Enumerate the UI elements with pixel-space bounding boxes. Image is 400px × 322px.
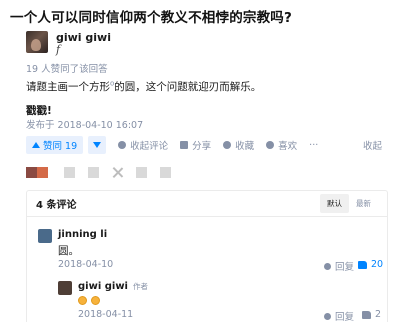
action-bar: 赞同 19 收起评论 分享 收藏 喜欢 ··· 收起 [26, 136, 388, 154]
reply-label: 回复 [335, 312, 355, 322]
answer-author: giwi giwi f [26, 31, 111, 56]
author-tag: 作者 [133, 282, 148, 291]
answer-ending: 戳戳! [26, 105, 52, 117]
thumbnail[interactable] [37, 167, 48, 178]
comment-icon [118, 141, 127, 149]
more-icon: ··· [309, 139, 319, 151]
downvote-icon [93, 142, 102, 148]
comment-reply-item: giwi giwi 作者 2018-04-11 回复 2 [58, 281, 381, 322]
comments-header: 4 条评论 默认 最新 [27, 191, 387, 217]
author-name[interactable]: giwi giwi [56, 31, 111, 44]
share-icon [180, 141, 189, 149]
reply-button[interactable]: 回复 [324, 309, 354, 322]
thumbnail[interactable] [160, 167, 171, 178]
comment-date: 2018-04-11 [78, 309, 134, 320]
avatar[interactable] [58, 281, 72, 295]
reply-icon [324, 262, 331, 270]
thumbnail[interactable] [88, 167, 99, 178]
emoji-icon [78, 296, 87, 305]
favorite-label: 收藏 [235, 141, 255, 152]
author-avatar[interactable] [26, 31, 48, 53]
comment-date: 2018-04-10 [58, 259, 114, 270]
favorite-button[interactable]: 收藏 [223, 138, 254, 152]
thumbs-up-icon [358, 260, 367, 269]
heart-icon [266, 141, 275, 149]
share-label: 分享 [192, 141, 212, 152]
published-time[interactable]: 发布于 2018-04-10 16:07 [26, 117, 143, 131]
sort-newest-button[interactable]: 最新 [349, 194, 378, 213]
share-button[interactable]: 分享 [180, 138, 211, 152]
comment-like-button[interactable]: 20 [358, 259, 383, 270]
like-button[interactable]: 喜欢 [266, 138, 297, 152]
comments-count: 4 条评论 [36, 200, 77, 211]
comment-toggle-button[interactable]: 收起评论 [118, 138, 168, 152]
more-button[interactable]: ··· [309, 140, 318, 151]
comment-text: 圆。 [58, 245, 79, 257]
upvote-button[interactable]: 赞同 19 [26, 136, 84, 154]
answer-text-before: 请题主画一个方形 [26, 81, 110, 93]
avatar[interactable] [38, 229, 52, 243]
like-label: 喜欢 [278, 141, 298, 152]
author-info: giwi giwi f [56, 31, 111, 56]
reply-button[interactable]: 回复 [324, 259, 354, 273]
shared-image-thumbnails [26, 167, 184, 178]
reply-label: 回复 [335, 262, 355, 273]
comment-like-count: 20 [371, 259, 384, 270]
comment-author[interactable]: giwi giwi 作者 [78, 281, 148, 292]
question-title[interactable]: 一个人可以同时信仰两个教义不相悖的宗教吗? [10, 6, 292, 26]
star-icon [223, 141, 232, 149]
comment-author[interactable]: jinning li [58, 229, 107, 240]
upvote-note: 19 人赞同了该回答 [26, 64, 108, 75]
sort-default-button[interactable]: 默认 [320, 194, 349, 213]
comment-item: jinning li 圆。 2018-04-10 回复 20 [38, 229, 383, 273]
thumbnail[interactable] [64, 167, 75, 178]
comment-toggle-label: 收起评论 [130, 141, 169, 152]
comment-like-button[interactable]: 2 [362, 309, 381, 320]
downvote-button[interactable] [88, 136, 107, 154]
comment-text [78, 295, 104, 307]
thumbs-up-icon [362, 310, 371, 319]
close-icon[interactable] [112, 167, 123, 178]
comments-sort: 默认 最新 [320, 194, 378, 213]
upvote-icon [32, 142, 40, 148]
collapse-button[interactable]: 收起 [363, 138, 382, 152]
thumbnail[interactable] [136, 167, 147, 178]
upvote-label: 赞同 19 [43, 141, 78, 152]
answer-text-after: 的圆，这个问题就迎刃而解乐。 [114, 81, 262, 93]
answer-content: 请题主画一个方形o的圆，这个问题就迎刃而解乐。 [26, 79, 261, 94]
reply-icon [324, 312, 331, 320]
comment-like-count: 2 [375, 309, 382, 320]
thumbnail[interactable] [26, 167, 37, 178]
author-signature: f [56, 43, 61, 56]
comment-author-name: giwi giwi [78, 281, 128, 292]
emoji-icon [91, 296, 100, 305]
comments-panel: 4 条评论 默认 最新 jinning li 圆。 2018-04-10 回复 … [26, 190, 388, 322]
